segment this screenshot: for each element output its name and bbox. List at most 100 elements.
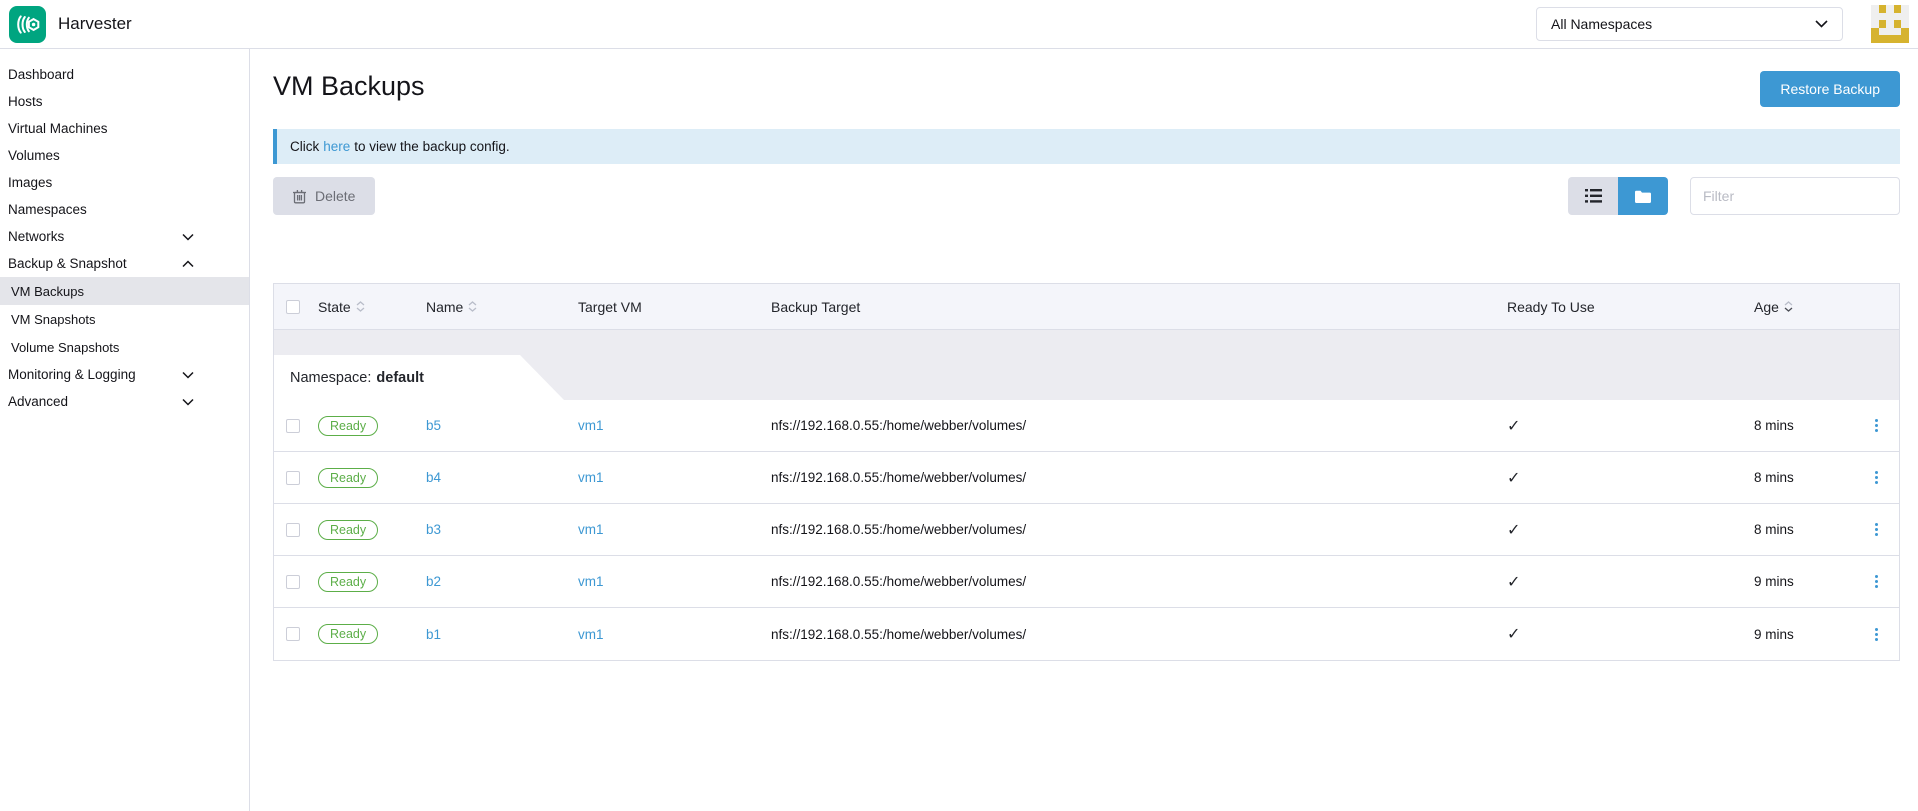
sidebar-item-volume-snapshots[interactable]: Volume Snapshots <box>0 333 249 361</box>
row-checkbox[interactable] <box>286 419 300 433</box>
backup-name-link[interactable]: b2 <box>426 574 441 589</box>
wheat-icon <box>14 11 41 38</box>
target-vm-link[interactable]: vm1 <box>578 418 604 433</box>
sidebar-item-networks[interactable]: Networks <box>0 223 249 250</box>
chevron-down-icon <box>1815 20 1828 28</box>
sidebar-item-monitoring-logging[interactable]: Monitoring & Logging <box>0 361 249 388</box>
column-header-name[interactable]: Name <box>426 299 578 315</box>
row-checkbox[interactable] <box>286 575 300 589</box>
sidebar-item-volumes[interactable]: Volumes <box>0 142 249 169</box>
target-vm-link[interactable]: vm1 <box>578 470 604 485</box>
status-badge: Ready <box>318 624 378 644</box>
check-icon: ✓ <box>1507 468 1520 488</box>
brand-title: Harvester <box>58 14 132 34</box>
sidebar: Dashboard Hosts Virtual Machines Volumes… <box>0 49 250 811</box>
row-actions-menu-icon[interactable] <box>1871 467 1882 488</box>
backups-table: State Name Target VM Backup Target Ready… <box>273 283 1900 661</box>
age-value: 8 mins <box>1754 522 1794 537</box>
sort-icon <box>468 301 477 312</box>
list-view-button[interactable] <box>1568 177 1618 215</box>
filter-input[interactable] <box>1690 177 1900 215</box>
backup-config-link[interactable]: here <box>323 139 350 154</box>
backup-target-value: nfs://192.168.0.55:/home/webber/volumes/ <box>771 574 1026 589</box>
age-value: 9 mins <box>1754 574 1794 589</box>
backup-name-link[interactable]: b3 <box>426 522 441 537</box>
table-row: Ready b4 vm1 nfs://192.168.0.55:/home/we… <box>274 452 1899 504</box>
column-header-ready-to-use[interactable]: Ready To Use <box>1494 299 1741 315</box>
column-header-state[interactable]: State <box>318 299 426 315</box>
row-checkbox[interactable] <box>286 523 300 537</box>
table-row: Ready b5 vm1 nfs://192.168.0.55:/home/we… <box>274 400 1899 452</box>
row-actions-menu-icon[interactable] <box>1871 571 1882 592</box>
table-row: Ready b2 vm1 nfs://192.168.0.55:/home/we… <box>274 556 1899 608</box>
age-value: 8 mins <box>1754 470 1794 485</box>
info-banner: Click here to view the backup config. <box>273 129 1900 164</box>
main-content: VM Backups Restore Backup Click here to … <box>250 49 1918 811</box>
age-value: 8 mins <box>1754 418 1794 433</box>
chevron-down-icon <box>182 233 194 241</box>
sidebar-item-vm-backups[interactable]: VM Backups <box>0 277 249 305</box>
status-badge: Ready <box>318 416 378 436</box>
user-avatar[interactable] <box>1871 5 1909 43</box>
column-header-age[interactable]: Age <box>1741 299 1853 315</box>
namespace-group-value: default <box>376 370 424 386</box>
sidebar-item-namespaces[interactable]: Namespaces <box>0 196 249 223</box>
delete-button[interactable]: Delete <box>273 177 375 215</box>
namespace-group-row: Namespace: default <box>274 330 1899 400</box>
chevron-down-icon <box>182 371 194 379</box>
trash-icon <box>293 189 306 204</box>
table-row: Ready b1 vm1 nfs://192.168.0.55:/home/we… <box>274 608 1899 660</box>
check-icon: ✓ <box>1507 624 1520 644</box>
sort-icon <box>356 301 365 312</box>
page-title: VM Backups <box>273 71 425 102</box>
target-vm-link[interactable]: vm1 <box>578 627 604 642</box>
target-vm-link[interactable]: vm1 <box>578 574 604 589</box>
select-all-checkbox[interactable] <box>286 300 300 314</box>
top-nav: Harvester All Namespaces <box>0 0 1918 49</box>
row-actions-menu-icon[interactable] <box>1871 519 1882 540</box>
restore-backup-button[interactable]: Restore Backup <box>1760 71 1900 107</box>
view-toggle <box>1568 177 1668 215</box>
table-controls: Delete <box>273 177 1900 215</box>
table-header-row: State Name Target VM Backup Target Ready… <box>274 283 1899 330</box>
check-icon: ✓ <box>1507 520 1520 540</box>
backup-name-link[interactable]: b5 <box>426 418 441 433</box>
backup-name-link[interactable]: b4 <box>426 470 441 485</box>
backup-target-value: nfs://192.168.0.55:/home/webber/volumes/ <box>771 627 1026 642</box>
status-badge: Ready <box>318 520 378 540</box>
row-checkbox[interactable] <box>286 471 300 485</box>
backup-name-link[interactable]: b1 <box>426 627 441 642</box>
chevron-up-icon <box>182 260 194 268</box>
check-icon: ✓ <box>1507 416 1520 436</box>
status-badge: Ready <box>318 572 378 592</box>
sidebar-item-vm-snapshots[interactable]: VM Snapshots <box>0 305 249 333</box>
target-vm-link[interactable]: vm1 <box>578 522 604 537</box>
list-icon <box>1585 189 1602 203</box>
sidebar-item-dashboard[interactable]: Dashboard <box>0 61 249 88</box>
check-icon: ✓ <box>1507 572 1520 592</box>
sidebar-item-virtual-machines[interactable]: Virtual Machines <box>0 115 249 142</box>
row-checkbox[interactable] <box>286 627 300 641</box>
grouped-view-button[interactable] <box>1618 177 1668 215</box>
column-header-backup-target[interactable]: Backup Target <box>771 299 1494 315</box>
status-badge: Ready <box>318 468 378 488</box>
chevron-down-icon <box>182 398 194 406</box>
folder-icon <box>1635 190 1651 203</box>
namespace-group-tab: Namespace: default <box>274 355 574 400</box>
namespace-select[interactable]: All Namespaces <box>1536 7 1843 41</box>
namespace-select-value: All Namespaces <box>1551 16 1652 32</box>
table-body: Ready b5 vm1 nfs://192.168.0.55:/home/we… <box>274 400 1899 660</box>
sidebar-item-images[interactable]: Images <box>0 169 249 196</box>
backup-target-value: nfs://192.168.0.55:/home/webber/volumes/ <box>771 470 1026 485</box>
column-header-target-vm[interactable]: Target VM <box>578 299 771 315</box>
sidebar-item-backup-snapshot[interactable]: Backup & Snapshot <box>0 250 249 277</box>
sort-desc-icon <box>1784 301 1793 312</box>
backup-target-value: nfs://192.168.0.55:/home/webber/volumes/ <box>771 418 1026 433</box>
row-actions-menu-icon[interactable] <box>1871 415 1882 436</box>
row-actions-menu-icon[interactable] <box>1871 624 1882 645</box>
sidebar-item-advanced[interactable]: Advanced <box>0 388 249 415</box>
table-row: Ready b3 vm1 nfs://192.168.0.55:/home/we… <box>274 504 1899 556</box>
sidebar-item-hosts[interactable]: Hosts <box>0 88 249 115</box>
age-value: 9 mins <box>1754 627 1794 642</box>
harvester-logo-icon[interactable] <box>9 6 46 43</box>
